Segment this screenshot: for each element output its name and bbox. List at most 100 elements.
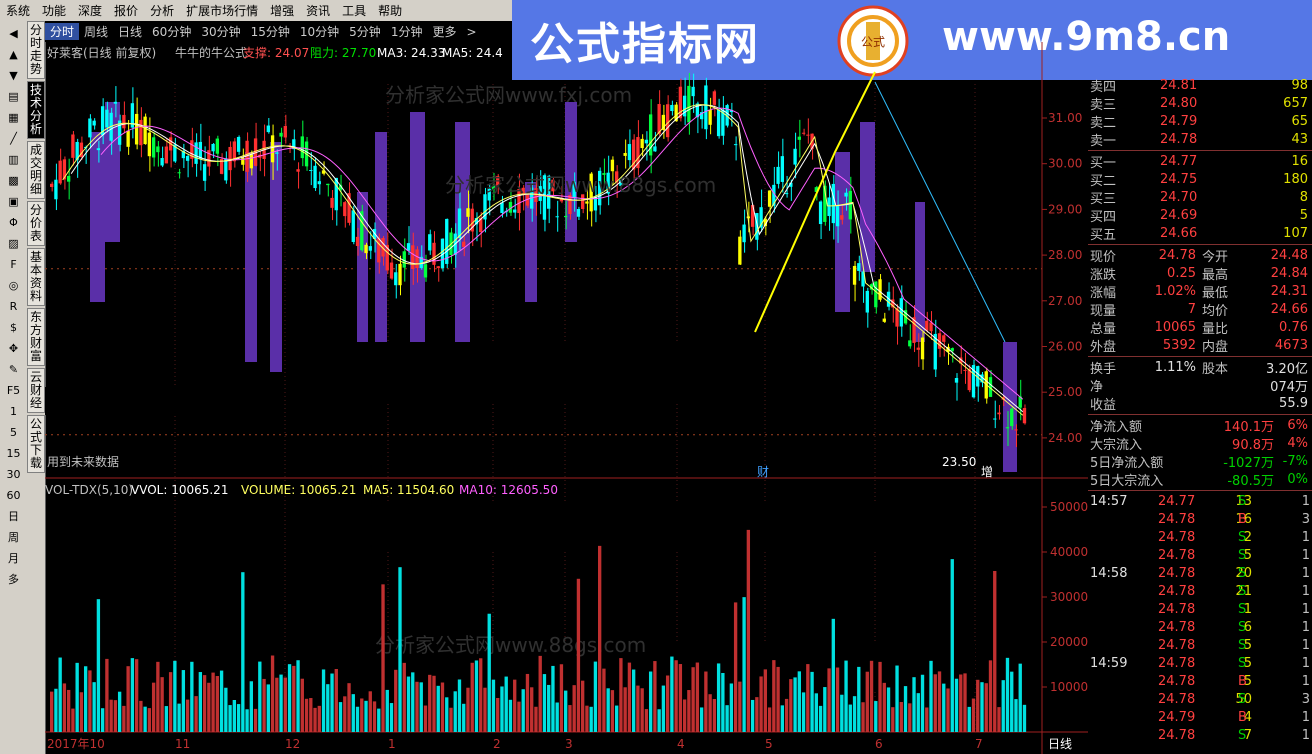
candle [266, 125, 270, 133]
menu-label: 报价 [114, 4, 139, 18]
menu-1[interactable]: 功能 [36, 2, 72, 19]
volume-bar [797, 671, 801, 732]
period-shortcut-9[interactable]: 多 [4, 570, 24, 588]
period-tab-0[interactable]: 分时 [45, 23, 80, 40]
panel-text: 买一 [1090, 155, 1117, 171]
period-tab-10[interactable]: > [461, 25, 481, 39]
volume-bar [270, 655, 275, 732]
date-tick-label: 1 [388, 737, 396, 751]
period-shortcut-1[interactable]: 1 [4, 402, 24, 420]
period-shortcut-2[interactable]: 5 [4, 423, 24, 441]
period-shortcut-3[interactable]: 15 [4, 444, 24, 462]
menu-label: 帮助 [378, 4, 403, 18]
volume-bar [848, 704, 852, 732]
period-tab-9[interactable]: 更多 [427, 23, 461, 40]
toolbar-icon-1[interactable]: ▲ [4, 45, 24, 63]
volume-bar [343, 696, 347, 732]
period-shortcut-6[interactable]: 日 [4, 507, 24, 525]
side-tab-7[interactable]: 公式下载 [27, 415, 45, 473]
period-tab-8[interactable]: 1分钟 [386, 23, 428, 40]
menu-8[interactable]: 工具 [336, 2, 372, 19]
toolbar-icon-4[interactable]: ▦ [4, 108, 24, 126]
toolbar-icon-9[interactable]: Φ [4, 213, 24, 231]
panel-text: 现量 [1090, 303, 1117, 319]
tick-row: 24.79 4 B 1 [1088, 708, 1312, 726]
side-tabs: 分时走势技术分析成交明细分价表基本资料东方财富云财经公式下载 [27, 21, 46, 754]
panel-text: 14:58 [1090, 565, 1128, 581]
toolbar-icon-3[interactable]: ▤ [4, 87, 24, 105]
menu-9[interactable]: 帮助 [372, 2, 408, 19]
candle [71, 134, 75, 158]
panel-text: 16 [1291, 153, 1308, 169]
panel-text: 1 [1301, 493, 1310, 509]
toolbar-icon-16[interactable]: ✎ [4, 360, 24, 378]
volume-bar [173, 660, 177, 732]
period-shortcut-4[interactable]: 30 [4, 465, 24, 483]
candle [1005, 427, 1010, 429]
candle [92, 120, 96, 126]
period-shortcut-5[interactable]: 60 [4, 486, 24, 504]
period-tab-3[interactable]: 60分钟 [147, 23, 196, 40]
toolbar-icon-10[interactable]: ▨ [4, 234, 24, 252]
menu-6[interactable]: 增强 [264, 2, 300, 19]
toolbar-icon-14[interactable]: $ [4, 318, 24, 336]
menu-0[interactable]: 系统 [0, 2, 36, 19]
panel-text: B [1238, 673, 1247, 689]
volume-bar [954, 678, 959, 732]
toolbar-icon-13[interactable]: R [4, 297, 24, 315]
volume-bar [470, 662, 474, 732]
candle [954, 377, 959, 383]
side-tab-4[interactable]: 基本资料 [27, 248, 45, 306]
volume-bar [105, 658, 109, 732]
side-tab-0[interactable]: 分时走势 [27, 21, 45, 79]
menu-4[interactable]: 分析 [144, 2, 180, 19]
side-tab-2[interactable]: 成交明细 [27, 141, 45, 199]
candle [513, 209, 517, 213]
volume-bar [300, 678, 304, 732]
volume-bar [908, 703, 912, 732]
menu-3[interactable]: 报价 [108, 2, 144, 19]
period-shortcut-7[interactable]: 周 [4, 528, 24, 546]
period-tab-1[interactable]: 周线 [79, 23, 113, 40]
period-tab-6[interactable]: 10分钟 [295, 23, 344, 40]
tick-row: 24.78 5 B 1 [1088, 672, 1312, 690]
menu-5[interactable]: 扩展市场行情 [180, 2, 264, 19]
toolbar-icon-7[interactable]: ▩ [4, 171, 24, 189]
menu-7[interactable]: 资讯 [300, 2, 336, 19]
volume-bar [980, 682, 984, 732]
side-tab-3[interactable]: 分价表 [27, 201, 45, 246]
period-tab-5[interactable]: 15分钟 [246, 23, 295, 40]
period-shortcut-0[interactable]: F5 [4, 381, 24, 399]
kline-chart[interactable]: 31.00 30.00 29.00 28.00 27.00 26.00 25.00 24.00… [45, 42, 1088, 754]
side-tab-5[interactable]: 东方财富 [27, 308, 45, 366]
toolbar-icon-0[interactable]: ◀ [4, 24, 24, 42]
period-tab-7[interactable]: 5分钟 [344, 23, 386, 40]
period-shortcut-8[interactable]: 月 [4, 549, 24, 567]
toolbar-icon-2[interactable]: ▼ [4, 66, 24, 84]
toolbar-icon-6[interactable]: ▥ [4, 150, 24, 168]
volume-bar [920, 674, 925, 732]
quote-row: 涨跌 0.25 最高 24.84 [1088, 264, 1312, 283]
volume-bar [130, 658, 135, 732]
side-tab-6[interactable]: 云财经 [27, 368, 45, 413]
period-tab-4[interactable]: 30分钟 [196, 23, 245, 40]
flow-row: 5日净流入额 -1027万 -7% [1088, 452, 1312, 471]
quote2-row: 收益 55.9 [1088, 394, 1312, 413]
toolbar-icon-15[interactable]: ✥ [4, 339, 24, 357]
panel-text: S [1238, 601, 1247, 617]
toolbar-icon-8[interactable]: ▣ [4, 192, 24, 210]
candle [398, 263, 402, 286]
volume-bar [793, 677, 797, 732]
toolbar-icon-12[interactable]: ◎ [4, 276, 24, 294]
candle [1022, 407, 1027, 424]
volume-bar [449, 707, 453, 732]
candle [687, 85, 691, 123]
candle [623, 153, 627, 156]
side-tab-1[interactable]: 技术分析 [27, 81, 45, 139]
panel-text: 24.69 [1160, 207, 1198, 223]
volume-bar [1001, 680, 1005, 732]
menu-2[interactable]: 深度 [72, 2, 108, 19]
toolbar-icon-5[interactable]: ╱ [4, 129, 24, 147]
period-tab-2[interactable]: 日线 [113, 23, 147, 40]
toolbar-icon-11[interactable]: F [4, 255, 24, 273]
